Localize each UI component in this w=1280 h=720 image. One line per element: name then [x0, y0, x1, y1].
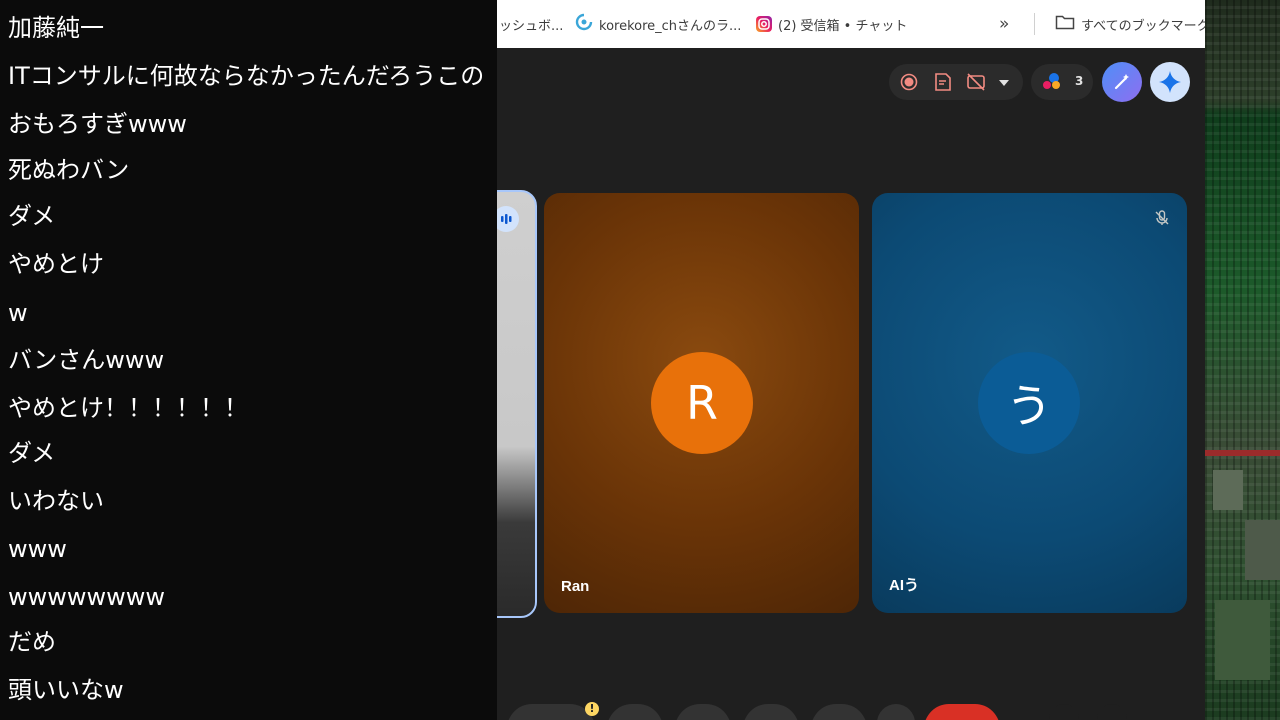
participant-tile-ran[interactable]: R Ran: [544, 193, 859, 613]
chat-message: 頭いいなw: [8, 676, 124, 704]
game-tile: [1213, 470, 1243, 510]
chat-message: ダメ: [8, 202, 56, 230]
game-tile: [1205, 450, 1280, 456]
camera-button[interactable]: [607, 704, 663, 720]
bookmarks-overflow-button[interactable]: »: [999, 14, 1009, 34]
captions-off-icon[interactable]: [966, 72, 986, 96]
bookmarks-bar: ッシュボ... korekore_chさんのラ... (2) 受信箱 • チャッ…: [497, 0, 1210, 48]
warning-icon: !: [585, 702, 599, 716]
chat-message: wwwwwwww: [8, 583, 166, 611]
chat-message: ITコンサルに何故ならなかったんだろうこの: [8, 62, 485, 90]
participants-avatars-icon: [1041, 72, 1067, 96]
bookmark-instagram[interactable]: (2) 受信箱 • チャット: [756, 14, 907, 34]
participants-count: 3: [1075, 74, 1084, 88]
chat-message: 加藤純一: [8, 14, 104, 42]
bookmark-label: korekore_chさんのラ...: [599, 18, 742, 34]
meeting-tools-pill: [889, 64, 1023, 100]
participant-tile-camera[interactable]: [497, 190, 537, 618]
notes-icon[interactable]: [933, 72, 953, 96]
game-tile: [1215, 600, 1270, 680]
bookmark-dashboard[interactable]: ッシュボ...: [499, 14, 563, 34]
chat-message: いわない: [8, 487, 104, 515]
present-button[interactable]: [811, 704, 867, 720]
magic-pen-button[interactable]: [1102, 62, 1142, 102]
chat-message: やめとけ: [8, 250, 104, 278]
captions-button[interactable]: [675, 704, 731, 720]
instagram-icon: [756, 16, 772, 32]
all-bookmarks-button[interactable]: すべてのブックマーク: [1055, 14, 1210, 34]
chat-message: バンさんwww: [8, 346, 165, 374]
divider: [1034, 13, 1035, 35]
end-call-button[interactable]: [924, 704, 1000, 720]
more-options-button[interactable]: [877, 704, 915, 720]
game-background: [1205, 0, 1280, 720]
chat-message: おもろすぎwww: [8, 110, 187, 138]
participants-button[interactable]: 3: [1031, 64, 1093, 100]
bookmark-korekore[interactable]: korekore_chさんのラ...: [575, 13, 742, 35]
chat-message: だめ: [8, 628, 56, 656]
all-bookmarks-label: すべてのブックマーク: [1081, 18, 1210, 34]
mic-off-icon: [1153, 209, 1171, 231]
chat-overlay: 加藤純一 ITコンサルに何故ならなかったんだろうこの おもろすぎwww 死ぬわバ…: [0, 0, 497, 720]
avatar: R: [651, 352, 753, 454]
speaking-indicator-icon: [497, 206, 519, 232]
korekore-icon: [575, 13, 593, 35]
people-panel-button[interactable]: [1097, 704, 1127, 720]
chat-message: ダメ: [8, 439, 56, 467]
magic-pen-icon: [1114, 74, 1129, 90]
bookmark-label: (2) 受信箱 • チャット: [778, 18, 908, 34]
avatar: う: [978, 352, 1080, 454]
game-tile: [1245, 520, 1280, 580]
mic-button[interactable]: [507, 704, 595, 720]
chevron-double-right-icon: »: [999, 14, 1010, 34]
chevron-down-icon[interactable]: [997, 75, 1011, 94]
bookmark-label: ッシュボ...: [499, 18, 564, 34]
folder-icon: [1055, 14, 1075, 34]
emoji-button[interactable]: [743, 704, 799, 720]
gemini-button[interactable]: [1150, 62, 1190, 102]
participant-tile-ai[interactable]: う AIう: [872, 193, 1187, 613]
meet-window: 3 R Ran う AIう !: [497, 48, 1205, 720]
participant-name: Ran: [561, 578, 590, 595]
record-icon[interactable]: [900, 73, 918, 95]
info-button[interactable]: [1049, 704, 1079, 720]
chat-message: やめとけ！！！！！！: [8, 394, 248, 422]
chat-message: 死ぬわバン: [8, 156, 130, 184]
participant-name: AIう: [889, 577, 920, 594]
chat-message: www: [8, 535, 67, 563]
chat-message: w: [8, 299, 28, 327]
gemini-sparkle-icon: [1159, 71, 1181, 93]
